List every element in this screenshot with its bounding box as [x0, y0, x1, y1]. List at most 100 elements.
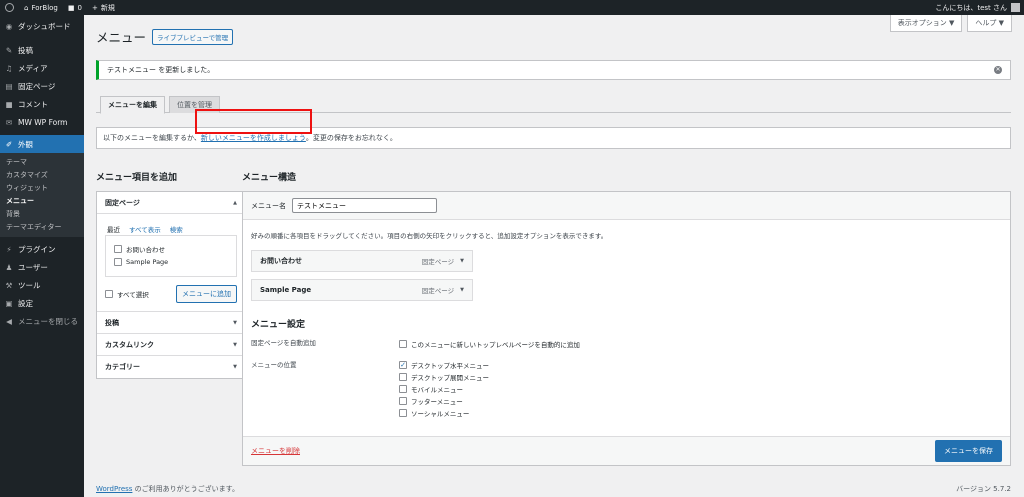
location-option-label: モバイルメニュー — [411, 386, 463, 394]
submenu-theme-editor[interactable]: テーマエディター — [0, 221, 84, 234]
tab-view-all[interactable]: すべて表示 — [129, 224, 161, 234]
location-option-label: ソーシャルメニュー — [411, 410, 470, 418]
wordpress-logo-icon — [5, 3, 14, 12]
checkbox-checked[interactable]: ✓ — [399, 361, 407, 369]
menu-item-title: お問い合わせ — [260, 257, 302, 265]
add-items-accordion: 固定ページ ▲ 最近 すべて表示 検索 お問い合わせ Sample Page すべ… — [96, 191, 246, 379]
sidebar-item-plugins[interactable]: ⚡ プラグイン — [0, 240, 84, 258]
checkbox[interactable] — [114, 257, 122, 266]
accordion-posts-header[interactable]: 投稿 ▼ — [97, 312, 245, 334]
tab-edit-menus[interactable]: メニューを編集 — [100, 96, 165, 114]
checkbox[interactable] — [114, 244, 122, 253]
tab-search[interactable]: 検索 — [170, 224, 183, 234]
select-all-checkbox[interactable] — [105, 290, 113, 298]
page-label: Sample Page — [126, 257, 169, 266]
delete-menu-link[interactable]: メニューを削除 — [251, 446, 300, 456]
sidebar-item-tools[interactable]: ⚒ ツール — [0, 276, 84, 294]
manage-prefix: 以下のメニューを編集するか、 — [103, 134, 201, 142]
accordion-pages-body: 最近 すべて表示 検索 お問い合わせ Sample Page すべて選択 メニュ… — [97, 214, 245, 312]
site-name: ForBlog — [31, 3, 58, 12]
sidebar-item-appearance[interactable]: ✐ 外観 — [0, 135, 84, 153]
comment-bubble-icon: ■ — [67, 3, 75, 12]
auto-add-option: このメニューに新しいトップレベルページを自動的に追加 — [399, 337, 580, 350]
wp-logo-menu[interactable] — [0, 0, 19, 15]
submenu-themes[interactable]: テーマ — [0, 156, 84, 169]
location-label: メニューの位置 — [251, 361, 297, 369]
sidebar-item-pages[interactable]: ▤ 固定ページ — [0, 77, 84, 95]
checkbox[interactable] — [399, 373, 407, 381]
comment-icon: ■ — [5, 99, 13, 109]
menu-structure-heading: メニュー構造 — [242, 173, 297, 183]
submenu-widgets[interactable]: ウィジェット — [0, 182, 84, 195]
location-options: ✓ デスクトップ水平メニュー デスクトップ展開メニュー モバイルメニュー フッター… — [399, 359, 489, 419]
dismiss-icon[interactable]: ✕ — [994, 66, 1002, 74]
live-preview-button[interactable]: ライブプレビューで管理 — [152, 28, 234, 45]
tab-most-recent[interactable]: 最近 — [107, 224, 120, 234]
location-option-label: デスクトップ展開メニュー — [411, 374, 489, 382]
auto-add-option-label: このメニューに新しいトップレベルページを自動的に追加 — [411, 340, 580, 349]
menu-item-contact[interactable]: お問い合わせ 固定ページ ▼ — [251, 250, 473, 272]
home-icon: ⌂ — [24, 3, 29, 12]
sidebar-item-label: メディア — [18, 63, 48, 73]
new-label: 新規 — [100, 3, 115, 12]
auto-add-setting: 固定ページを自動追加 このメニューに新しいトップレベルページを自動的に追加 — [251, 337, 1002, 350]
sidebar-item-users[interactable]: ♟ ユーザー — [0, 258, 84, 276]
sidebar-item-settings[interactable]: ▣ 設定 — [0, 294, 84, 312]
site-name-link[interactable]: ⌂ ForBlog — [19, 0, 63, 15]
save-menu-button[interactable]: メニューを保存 — [935, 440, 1002, 462]
add-items-heading: メニュー項目を追加 — [96, 173, 178, 183]
sidebar-item-label: 外観 — [18, 139, 33, 149]
avatar — [1011, 3, 1020, 12]
accordion-custom-links-header[interactable]: カスタムリンク ▼ — [97, 334, 245, 356]
help-button[interactable]: ヘルプ ▼ — [967, 15, 1012, 32]
sidebar-item-dashboard[interactable]: ◉ ダッシュボード — [0, 17, 84, 35]
create-new-menu-link[interactable]: 新しいメニューを作成しましょう — [201, 133, 306, 143]
screen-options-button[interactable]: 表示オプション ▼ — [889, 15, 963, 32]
add-to-menu-button[interactable]: メニューに追加 — [176, 285, 237, 303]
accordion-categories-header[interactable]: カテゴリー ▼ — [97, 356, 245, 378]
sidebar-item-label: プラグイン — [18, 244, 56, 254]
sidebar-item-label: コメント — [18, 99, 48, 109]
checkbox[interactable] — [399, 409, 407, 417]
sidebar-item-mw-wp-form[interactable]: ✉ MW WP Form — [0, 113, 84, 131]
page-title-area: メニュー ライブプレビューで管理 — [96, 27, 234, 46]
checkbox[interactable] — [399, 385, 407, 393]
location-option: フッターメニュー — [399, 395, 489, 407]
sidebar-item-posts[interactable]: ✎ 投稿 — [0, 41, 84, 59]
my-account-menu[interactable]: こんにちは、test さん — [935, 3, 1024, 13]
chevron-down-icon[interactable]: ▼ — [460, 258, 464, 264]
menu-item-sample-page[interactable]: Sample Page 固定ページ ▼ — [251, 279, 473, 301]
sidebar-item-label: 設定 — [18, 298, 33, 308]
accordion-title: カテゴリー — [105, 363, 140, 371]
collapse-menu-button[interactable]: ◀ メニューを閉じる — [0, 312, 84, 330]
footer-text: のご利用ありがとうございます。 — [132, 485, 239, 493]
sidebar-item-label: MW WP Form — [18, 117, 68, 127]
wordpress-link[interactable]: WordPress — [96, 485, 132, 493]
select-all-row: すべて選択 — [105, 288, 149, 301]
manage-suffix: 。変更の保存をお忘れなく。 — [305, 134, 397, 142]
menu-name-input[interactable] — [292, 198, 437, 213]
accordion-title: カスタムリンク — [105, 340, 154, 349]
checkbox[interactable] — [399, 397, 407, 405]
page-title: メニュー — [96, 30, 147, 45]
submenu-background[interactable]: 背景 — [0, 208, 84, 221]
sidebar-item-media[interactable]: ♫ メディア — [0, 59, 84, 77]
accordion-pages-header[interactable]: 固定ページ ▲ — [97, 192, 245, 214]
dashboard-icon: ◉ — [5, 21, 13, 31]
submenu-customize[interactable]: カスタマイズ — [0, 169, 84, 182]
version-text: バージョン 5.7.2 — [956, 485, 1011, 493]
comments-link[interactable]: ■ 0 — [63, 0, 87, 15]
submenu-menus[interactable]: メニュー — [0, 195, 84, 208]
menu-name-row: メニュー名 — [243, 192, 1010, 220]
chevron-down-icon[interactable]: ▼ — [460, 287, 464, 293]
location-option: ✓ デスクトップ水平メニュー — [399, 359, 489, 371]
menu-item-type: 固定ページ — [421, 287, 455, 295]
sidebar-item-comments[interactable]: ■ コメント — [0, 95, 84, 113]
sidebar-item-label: ツール — [18, 280, 41, 290]
new-content-link[interactable]: + 新規 — [87, 0, 120, 15]
pages-actions: すべて選択 メニューに追加 — [105, 285, 237, 303]
plugin-icon: ⚡ — [6, 244, 12, 254]
menu-settings-heading: メニュー設定 — [251, 320, 306, 330]
auto-add-checkbox[interactable] — [399, 339, 407, 348]
accordion-title: 固定ページ — [105, 198, 140, 207]
